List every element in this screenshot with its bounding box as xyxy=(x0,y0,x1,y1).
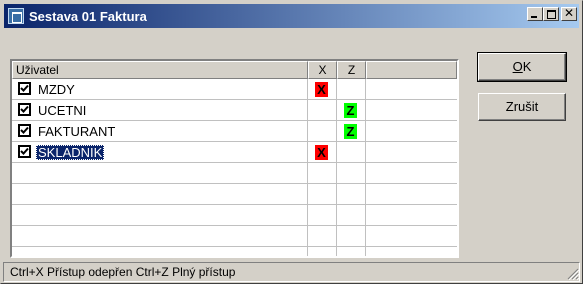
checkmark-icon xyxy=(20,147,29,155)
title-bar[interactable]: Sestava 01 Faktura ✕ xyxy=(4,4,579,28)
column-header-empty xyxy=(366,61,457,79)
checkmark-icon xyxy=(20,126,29,134)
minimize-button[interactable] xyxy=(527,7,543,21)
grid-divider xyxy=(12,246,457,247)
ok-label: K xyxy=(522,59,532,74)
user-checkbox[interactable] xyxy=(18,103,31,116)
user-name-selected[interactable]: SKLADNIK xyxy=(36,145,105,160)
checkmark-icon xyxy=(20,84,29,92)
user-permissions-grid[interactable]: Uživatel X Z MZDY X UCETNI Z FAKTURANT Z… xyxy=(10,59,459,258)
cancel-button[interactable]: Zrušit xyxy=(478,93,566,121)
maximize-button[interactable] xyxy=(543,7,559,21)
dialog-window: Sestava 01 Faktura ✕ Uživatel X Z MZDY X… xyxy=(0,0,583,284)
report-window-icon[interactable] xyxy=(8,8,24,24)
checkmark-icon xyxy=(20,105,29,113)
window-title: Sestava 01 Faktura xyxy=(29,8,147,24)
window-controls: ✕ xyxy=(527,6,577,21)
deny-flag[interactable]: X xyxy=(315,145,328,160)
table-row[interactable]: FAKTURANT Z xyxy=(12,121,457,142)
allow-flag[interactable]: Z xyxy=(344,124,357,139)
close-button[interactable]: ✕ xyxy=(561,6,577,21)
status-bar: Ctrl+X Přístup odepřen Ctrl+Z Plný příst… xyxy=(3,262,580,282)
user-name: FAKTURANT xyxy=(38,124,116,139)
close-icon: ✕ xyxy=(563,6,575,20)
resize-grip-icon[interactable] xyxy=(567,268,579,280)
user-name: MZDY xyxy=(38,82,75,97)
ok-mnemonic: O xyxy=(512,59,523,74)
status-text: Ctrl+X Přístup odepřen Ctrl+Z Plný příst… xyxy=(10,265,236,279)
table-row[interactable]: SKLADNIK X xyxy=(12,142,457,163)
grid-divider xyxy=(12,225,457,226)
column-header-z[interactable]: Z xyxy=(337,61,366,79)
minimize-icon xyxy=(531,16,537,18)
user-checkbox[interactable] xyxy=(18,145,31,158)
deny-flag[interactable]: X xyxy=(315,82,328,97)
grid-divider xyxy=(12,183,457,184)
allow-flag[interactable]: Z xyxy=(344,103,357,118)
user-checkbox[interactable] xyxy=(18,124,31,137)
table-row[interactable]: UCETNI Z xyxy=(12,100,457,121)
ok-button[interactable]: OK xyxy=(477,52,567,82)
user-name: UCETNI xyxy=(38,103,87,118)
table-row[interactable]: MZDY X xyxy=(12,79,457,100)
column-header-user[interactable]: Uživatel xyxy=(12,61,308,79)
grid-divider xyxy=(12,204,457,205)
column-header-x[interactable]: X xyxy=(308,61,337,79)
user-checkbox[interactable] xyxy=(18,82,31,95)
maximize-icon xyxy=(547,10,556,19)
